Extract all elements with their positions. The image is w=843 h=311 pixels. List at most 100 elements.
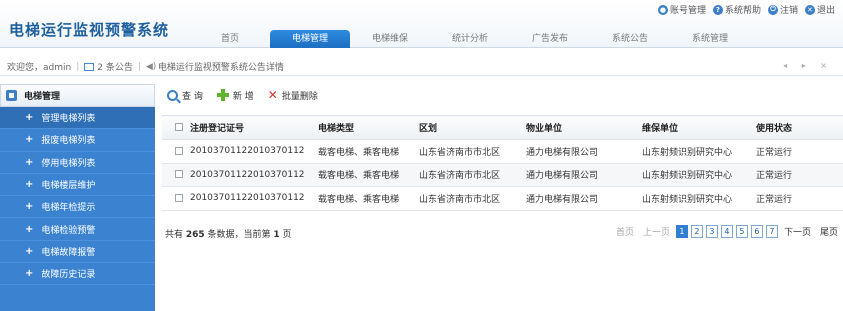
cell-maintenance: 山东射频识别研究中心: [642, 139, 756, 164]
notice-bar-controls[interactable]: ◂ ▸ ×: [783, 61, 833, 70]
plus-icon: +: [25, 223, 34, 235]
cell-registration: 20103701122010370112: [190, 163, 318, 187]
toolbar: 查 询 新 增 ✕ 批量删除: [162, 84, 843, 106]
table-row[interactable]: 20103701122010370112 载客电梯、乘客电梯 山东省济南市市北区…: [162, 139, 843, 164]
select-all-checkbox[interactable]: [175, 123, 183, 131]
next-page-link[interactable]: 下一页: [781, 225, 814, 238]
page-button-3[interactable]: 3: [705, 225, 718, 238]
tab-elevator-management[interactable]: 电梯管理: [270, 30, 350, 48]
notice-link[interactable]: 电梯运行监视预警系统公告详情: [158, 60, 284, 73]
col-header-district[interactable]: 区划: [419, 115, 526, 140]
sidebar-item-inspection-warning[interactable]: + 电梯检验预警: [0, 218, 155, 241]
last-page-link[interactable]: 尾页: [817, 225, 841, 238]
tab-statistics[interactable]: 统计分析: [430, 30, 510, 48]
cell-status: 正常运行: [756, 186, 843, 211]
col-header-type[interactable]: 电梯类型: [318, 115, 419, 140]
cell-property: 通力电梯有限公司: [526, 186, 642, 211]
sidebar-item-label: 电梯故障报警: [41, 247, 96, 258]
cell-district: 山东省济南市市北区: [419, 139, 526, 164]
sidebar-header-label: 电梯管理: [24, 92, 61, 102]
elevator-icon: [6, 90, 17, 101]
sidebar-item-fault-history[interactable]: + 故障历史记录: [0, 263, 155, 286]
sidebar-item-annual-inspection[interactable]: + 电梯年检提示: [0, 196, 155, 219]
exit-link-label: 退出: [816, 6, 835, 16]
tab-home[interactable]: 首页: [190, 30, 270, 48]
account-link[interactable]: ● 账号管理: [657, 3, 706, 16]
table-header-row: 注册登记证号 电梯类型 区划 物业单位 维保单位 使用状态: [162, 115, 843, 140]
plus-icon: +: [25, 179, 34, 191]
row-checkbox[interactable]: [175, 170, 183, 179]
sidebar-item-label: 电梯检验预警: [41, 225, 96, 236]
sidebar-item-label: 故障历史记录: [41, 270, 96, 281]
sidebar-item-disabled-elevators[interactable]: + 停用电梯列表: [0, 152, 155, 174]
cell-property: 通力电梯有限公司: [526, 163, 642, 187]
batch-delete-button[interactable]: ✕ 批量删除: [268, 89, 318, 102]
plus-icon: +: [25, 112, 34, 124]
help-link[interactable]: ? 系统帮助: [712, 3, 761, 16]
cell-registration: 20103701122010370112: [190, 139, 318, 164]
page-button-2[interactable]: 2: [690, 225, 703, 238]
tab-system-management[interactable]: 系统管理: [670, 30, 750, 48]
sidebar-header: 电梯管理: [0, 84, 155, 107]
sidebar-item-label: 电梯年检提示: [41, 203, 96, 214]
tab-elevator-maintenance[interactable]: 电梯维保: [350, 30, 430, 48]
cell-maintenance: 山东射频识别研究中心: [642, 186, 756, 211]
add-button[interactable]: 新 增: [216, 89, 254, 102]
notice-bar: 欢迎您，admin | 2 条公告 | ◀) 电梯运行监视预警系统公告详情 ◂ …: [0, 58, 843, 76]
col-header-status[interactable]: 使用状态: [756, 115, 843, 140]
sidebar-item-fault-alarm[interactable]: + 电梯故障报警: [0, 241, 155, 264]
header: 电梯运行监视预警系统 ● 账号管理 ? 系统帮助 ⏻ 注销 ✕ 退出 首页 电梯…: [0, 0, 843, 48]
prev-page-link[interactable]: 上一页: [640, 225, 673, 238]
user-icon: ●: [657, 4, 668, 15]
pager-nav: 首页 上一页 1 2 3 4 5 6 7 下一页 尾页: [613, 225, 841, 238]
power-icon: ⏻: [767, 4, 778, 15]
total-count: 265: [185, 230, 205, 240]
sidebar-item-floor-maintenance[interactable]: + 电梯楼层维护: [0, 174, 155, 197]
main-content: 查 询 新 增 ✕ 批量删除 注册登记证号 电梯类型 区划 物业单位 维保单位 …: [162, 84, 843, 311]
sidebar-item-managed-elevators[interactable]: + 管理电梯列表: [0, 107, 155, 130]
cell-district: 山东省济南市市北区: [419, 186, 526, 211]
cell-district: 山东省济南市市北区: [419, 163, 526, 187]
cell-type: 载客电梯、乘客电梯: [318, 163, 419, 187]
col-header-registration[interactable]: 注册登记证号: [190, 115, 318, 140]
row-checkbox[interactable]: [175, 146, 183, 155]
tab-system-notice[interactable]: 系统公告: [590, 30, 670, 48]
close-icon: ✕: [804, 4, 815, 15]
first-page-link[interactable]: 首页: [613, 225, 637, 238]
pagination: 共有 265 条数据，当前第 1 页 首页 上一页 1 2 3 4 5 6 7 …: [162, 225, 843, 241]
pager-info: 共有 265 条数据，当前第 1 页: [165, 230, 292, 240]
plus-icon: +: [25, 245, 34, 257]
delete-icon: ✕: [267, 88, 278, 102]
logout-link[interactable]: ⏻ 注销: [767, 3, 798, 16]
cell-status: 正常运行: [756, 139, 843, 164]
help-icon: ?: [712, 4, 723, 15]
batch-delete-button-label: 批量删除: [281, 91, 318, 102]
table-row[interactable]: 20103701122010370112 载客电梯、乘客电梯 山东省济南市市北区…: [162, 163, 843, 187]
table-row[interactable]: 20103701122010370112 载客电梯、乘客电梯 山东省济南市市北区…: [162, 186, 843, 211]
page-button-5[interactable]: 5: [735, 225, 748, 238]
tab-ad-publish[interactable]: 广告发布: [510, 30, 590, 48]
exit-link[interactable]: ✕ 退出: [804, 3, 835, 16]
col-header-property[interactable]: 物业单位: [526, 115, 642, 140]
plus-icon: +: [25, 268, 34, 280]
sidebar-item-label: 停用电梯列表: [41, 158, 96, 169]
announcement-count[interactable]: 2 条公告: [97, 60, 133, 73]
row-checkbox[interactable]: [175, 193, 183, 202]
mail-icon: [84, 62, 95, 71]
welcome-text: 欢迎您，admin: [7, 63, 72, 73]
page-button-4[interactable]: 4: [720, 225, 733, 238]
sidebar-item-label: 管理电梯列表: [41, 114, 96, 125]
help-link-label: 系统帮助: [724, 6, 761, 16]
page-button-1[interactable]: 1: [675, 225, 688, 238]
col-header-maintenance[interactable]: 维保单位: [642, 115, 756, 140]
main-nav: 首页 电梯管理 电梯维保 统计分析 广告发布 系统公告 系统管理: [190, 30, 750, 48]
app-title: 电梯运行监视预警系统: [9, 21, 170, 39]
page-button-7[interactable]: 7: [765, 225, 778, 238]
page-button-6[interactable]: 6: [750, 225, 763, 238]
query-button[interactable]: 查 询: [167, 89, 203, 102]
account-link-label: 账号管理: [669, 6, 706, 16]
sidebar-item-scrapped-elevators[interactable]: + 报废电梯列表: [0, 129, 155, 152]
logout-link-label: 注销: [779, 6, 798, 16]
search-icon: [167, 89, 178, 101]
add-icon: [216, 89, 229, 101]
